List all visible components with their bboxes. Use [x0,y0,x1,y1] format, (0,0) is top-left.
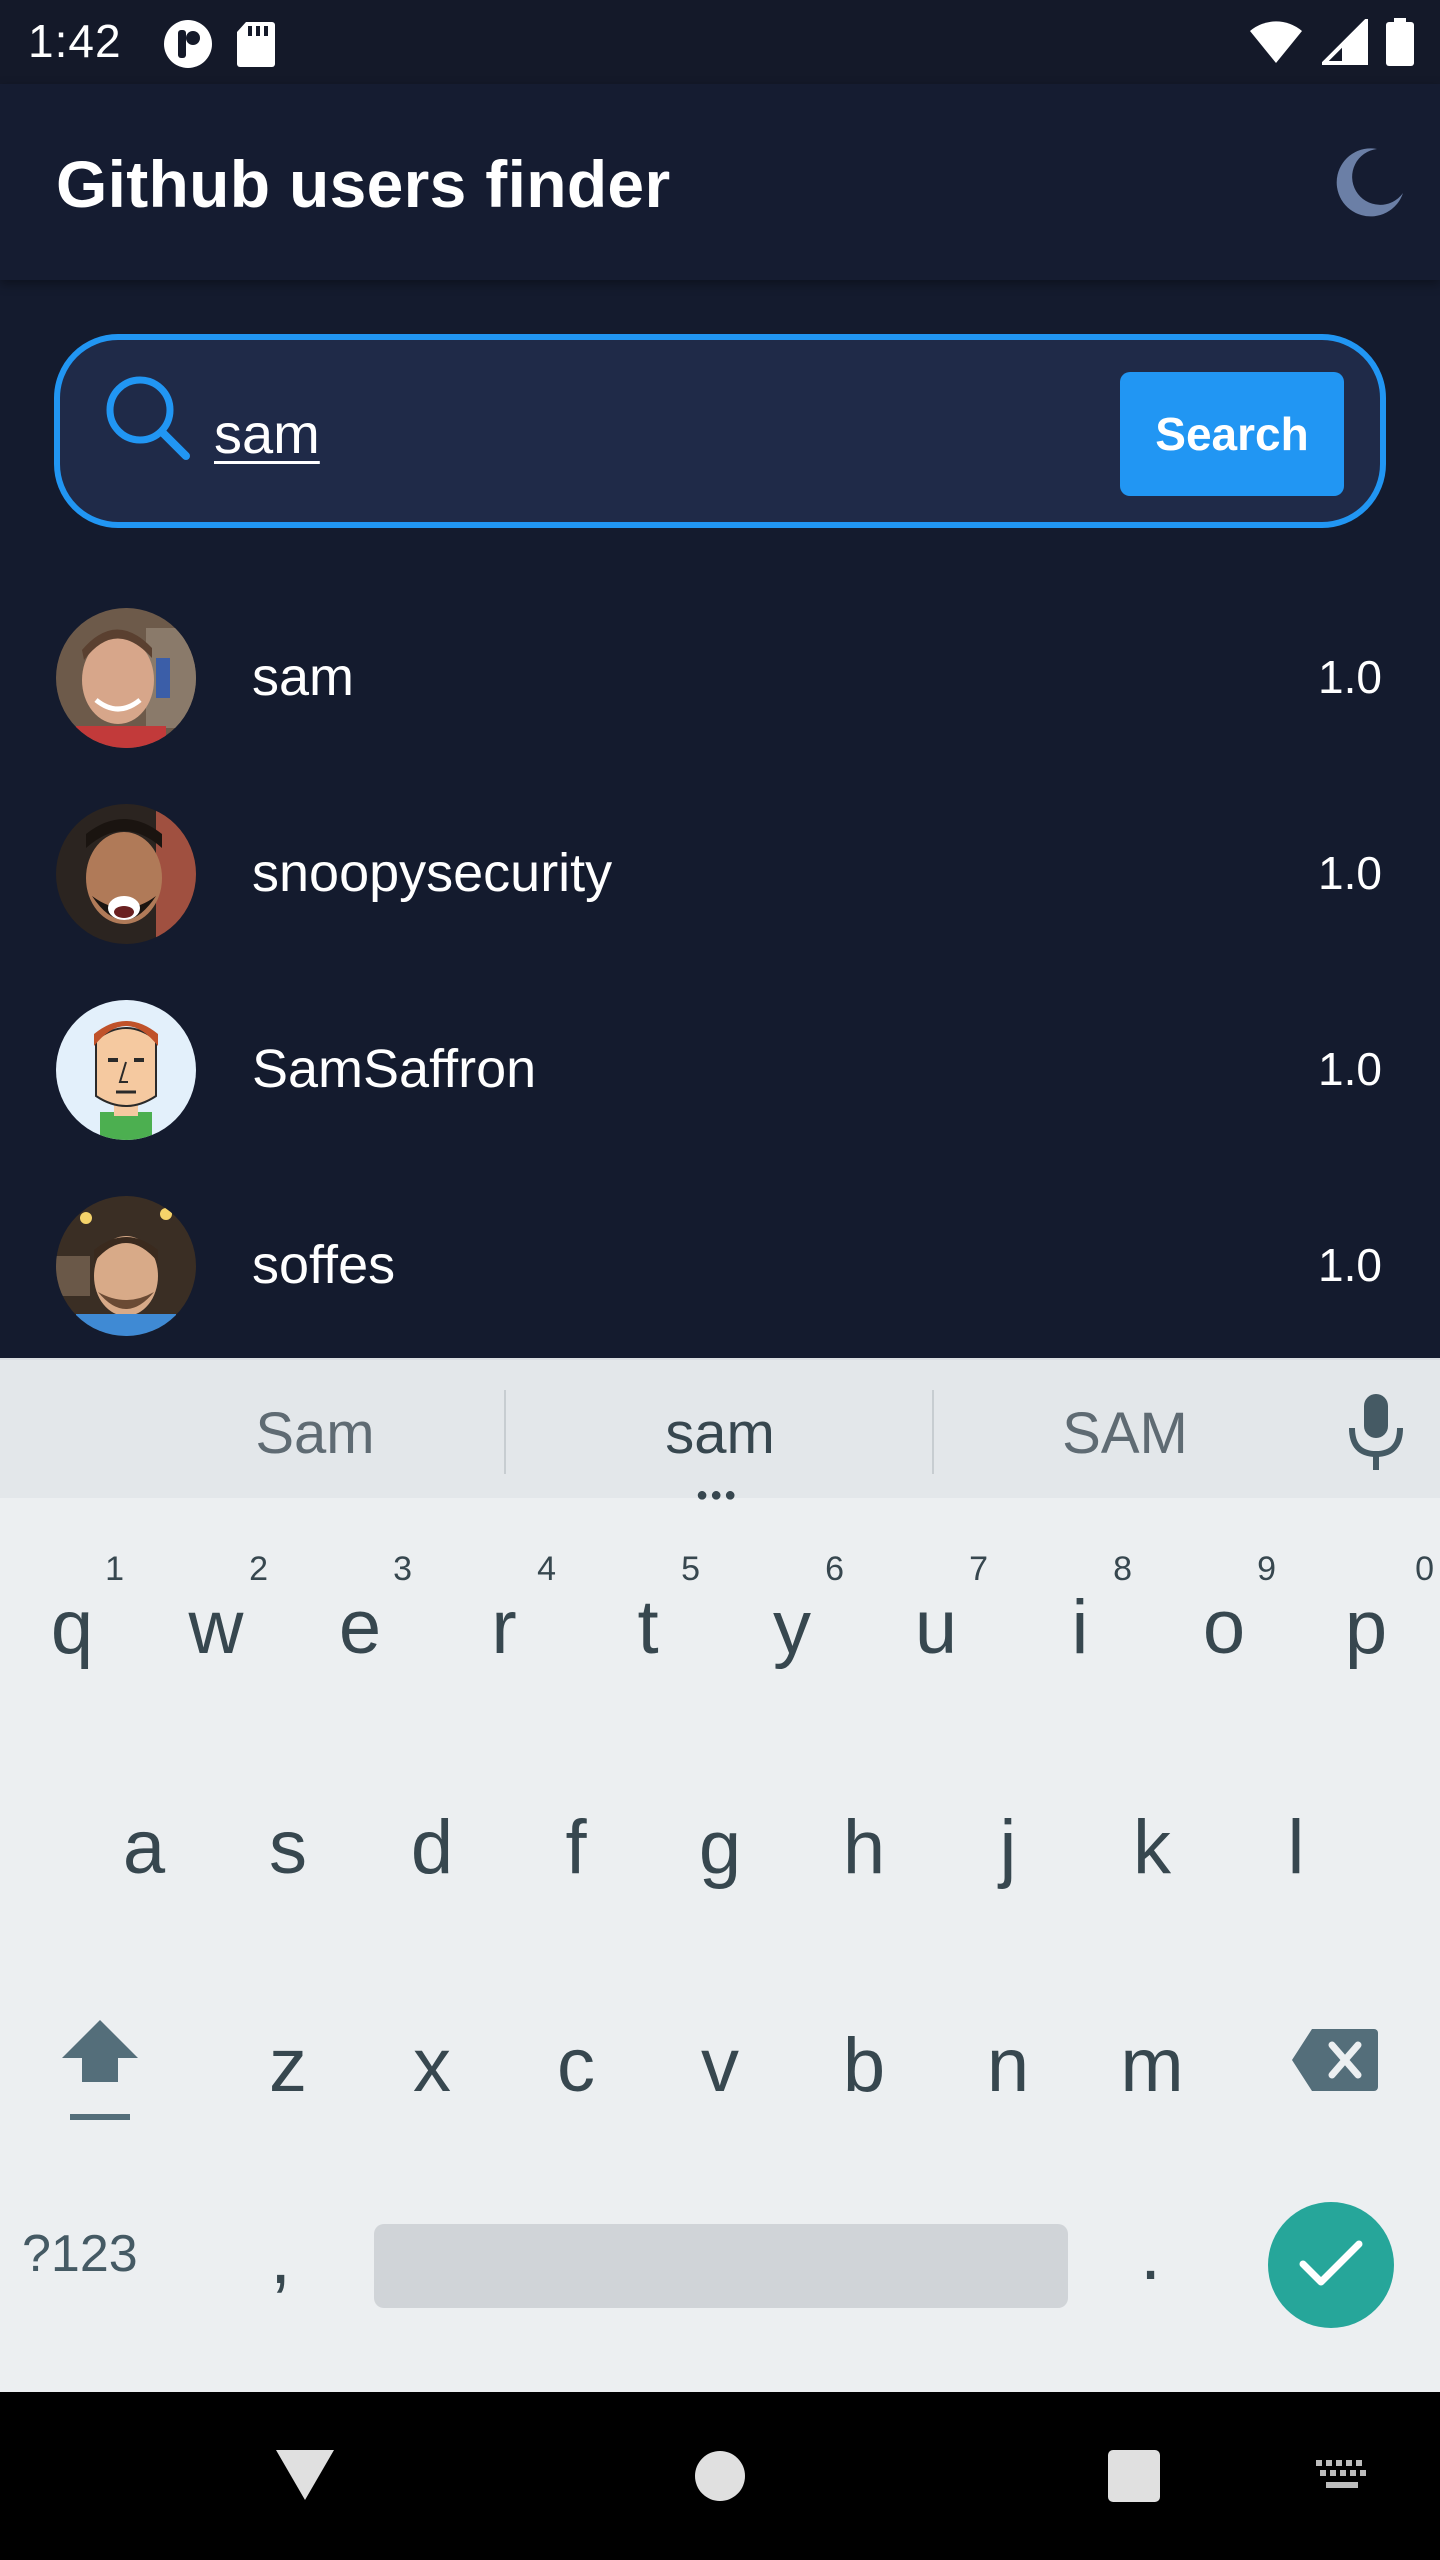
key-f[interactable]: f [506,1758,646,1908]
key-s[interactable]: s [218,1758,358,1908]
shift-key[interactable] [30,1976,170,2126]
suggestion-divider [932,1390,934,1474]
key-q[interactable]: 1q [2,1538,142,1688]
soft-keyboard: Sam sam SAM ●●● 1q 2w 3e 4r 5t 6y 7u 8i … [0,1358,1440,2392]
key-i[interactable]: 8i [1010,1538,1150,1688]
symbols-key[interactable]: ?123 [22,2224,138,2284]
key-b[interactable]: b [794,1976,934,2126]
search-input[interactable] [214,388,1134,478]
status-time: 1:42 [28,15,122,67]
enter-key[interactable] [1268,2202,1394,2328]
key-z[interactable]: z [218,1976,358,2126]
key-k[interactable]: k [1082,1758,1222,1908]
recents-icon[interactable] [1108,2450,1160,2507]
comma-key[interactable]: , [270,2214,291,2301]
back-icon[interactable] [274,2448,336,2507]
avatar [56,608,196,748]
key-c[interactable]: c [506,1976,646,2126]
key-j[interactable]: j [938,1758,1078,1908]
wifi-icon [1248,19,1304,70]
avatar [56,1000,196,1140]
space-key[interactable] [374,2224,1068,2308]
result-score: 1.0 [1318,651,1382,703]
result-name: sam [252,647,355,707]
key-n[interactable]: n [938,1976,1078,2126]
result-score: 1.0 [1318,1239,1382,1291]
list-item[interactable]: sam 1.0 [0,580,1440,776]
suggestion-item[interactable]: sam [560,1400,880,1467]
backspace-key[interactable] [1270,1976,1410,2126]
search-button[interactable]: Search [1120,372,1344,496]
sd-card-icon [236,20,276,73]
theme-toggle-button[interactable] [1324,138,1414,228]
more-suggestions-icon: ●●● [696,1484,739,1506]
key-h[interactable]: h [794,1758,934,1908]
list-item[interactable]: snoopysecurity 1.0 [0,776,1440,972]
key-u[interactable]: 7u [866,1538,1006,1688]
microphone-icon[interactable] [1340,1390,1412,1474]
key-l[interactable]: l [1226,1758,1366,1908]
backspace-icon [1290,2024,1380,2111]
checkmark-icon [1299,2238,1363,2293]
search-icon [98,368,198,468]
key-m[interactable]: m [1082,1976,1222,2126]
result-score: 1.0 [1318,847,1382,899]
key-p[interactable]: 0p [1296,1538,1436,1688]
key-o[interactable]: 9o [1154,1538,1294,1688]
home-icon[interactable] [694,2450,746,2507]
result-name: snoopysecurity [252,843,613,903]
list-item[interactable]: SamSaffron 1.0 [0,972,1440,1168]
suggestion-strip: Sam sam SAM ●●● [0,1358,1440,1506]
result-name: soffes [252,1235,396,1295]
key-w[interactable]: 2w [146,1538,286,1688]
period-key[interactable]: . [1140,2210,1161,2297]
key-a[interactable]: a [74,1758,214,1908]
result-name: SamSaffron [252,1039,537,1099]
key-y[interactable]: 6y [722,1538,862,1688]
key-e[interactable]: 3e [290,1538,430,1688]
key-v[interactable]: v [650,1976,790,2126]
key-r[interactable]: 4r [434,1538,574,1688]
keyboard-switch-icon[interactable] [1314,2458,1370,2499]
shift-icon [58,2016,142,2144]
key-t[interactable]: 5t [578,1538,718,1688]
list-item[interactable]: soffes 1.0 [0,1168,1440,1360]
key-d[interactable]: d [362,1758,502,1908]
suggestion-item[interactable]: SAM [960,1400,1290,1467]
results-list: sam 1.0 snoopysecurity 1.0 SamSaffron 1.… [0,580,1440,1360]
notification-app-icon [162,18,214,75]
search-box: Search [54,334,1386,528]
avatar [56,1196,196,1336]
system-nav-bar [0,2392,1440,2560]
key-g[interactable]: g [650,1758,790,1908]
suggestion-divider [504,1390,506,1474]
battery-icon [1386,18,1414,71]
status-bar: 1:42 [0,0,1440,84]
avatar [56,804,196,944]
key-x[interactable]: x [362,1976,502,2126]
moon-icon [1331,143,1407,224]
result-score: 1.0 [1318,1043,1382,1095]
app-bar: Github users finder [0,84,1440,280]
signal-icon [1319,16,1368,70]
app-title: Github users finder [56,147,671,221]
suggestion-item[interactable]: Sam [150,1400,480,1467]
